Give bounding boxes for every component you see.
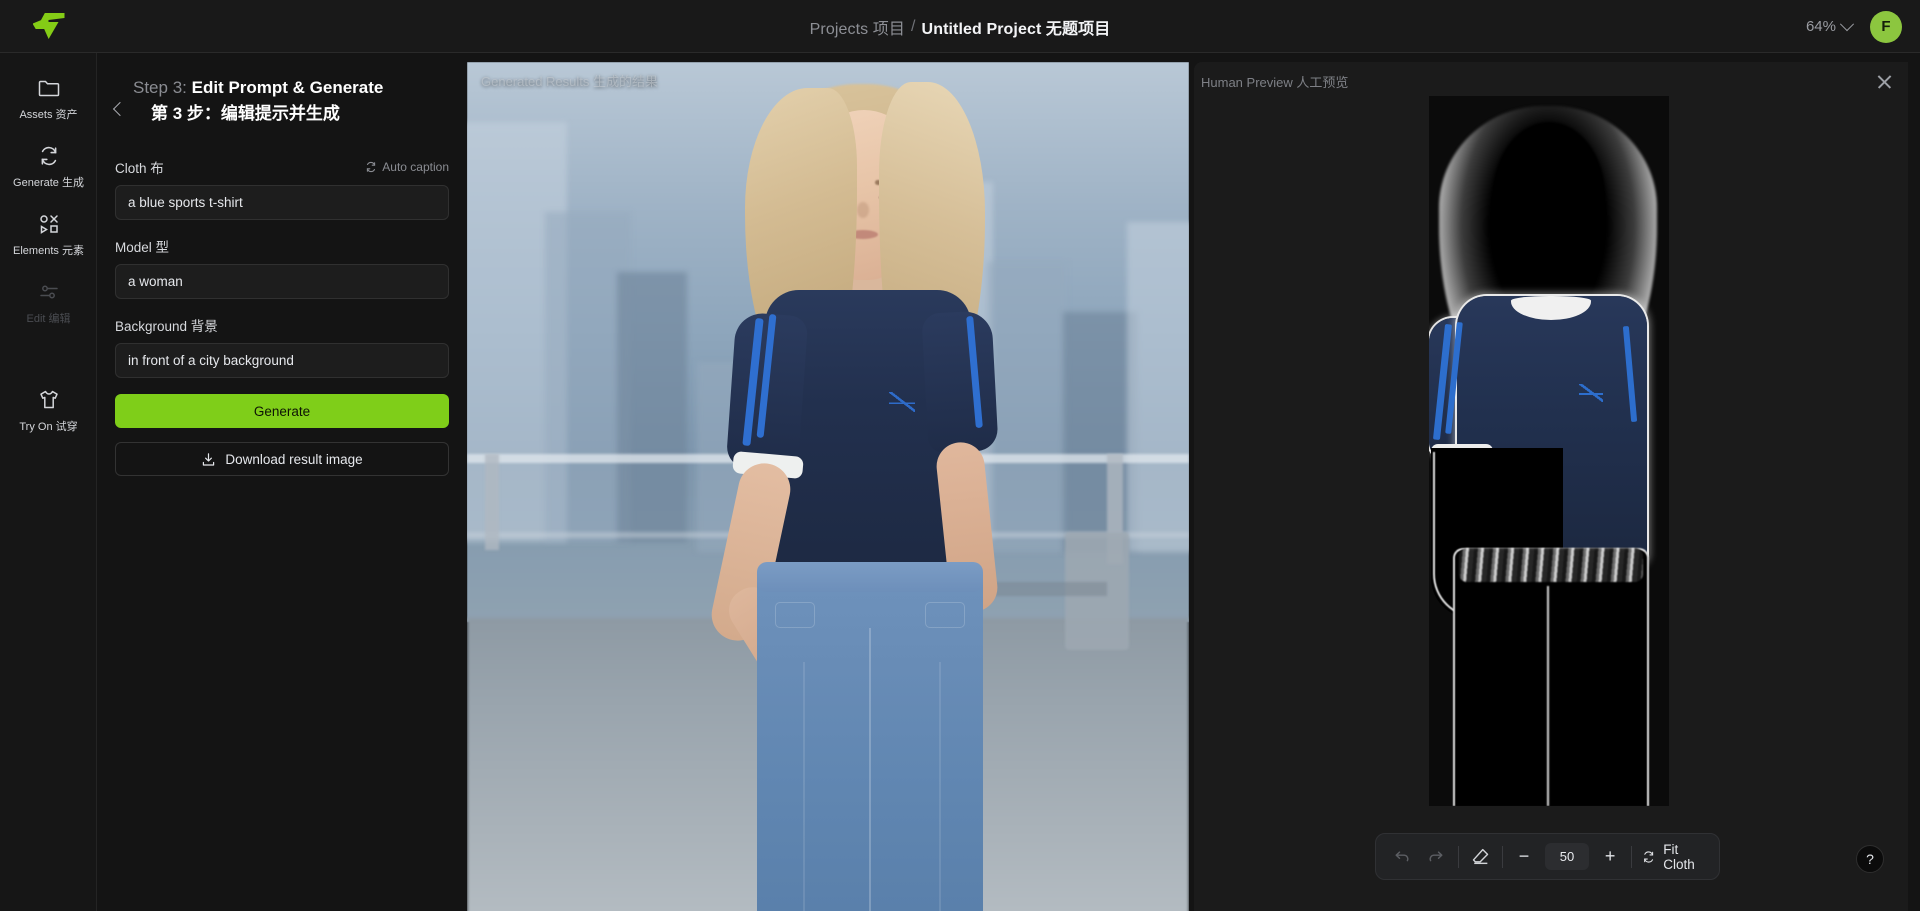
sidebar-item-edit-label: Edit 编辑 [26, 312, 71, 325]
fit-cloth-label: Fit Cloth [1663, 841, 1695, 872]
help-button[interactable]: ? [1856, 845, 1884, 873]
sliders-icon [37, 281, 61, 303]
top-bar-right: 64% F [1806, 0, 1902, 53]
sidebar-item-try-on[interactable]: Try On 试穿 [0, 377, 97, 445]
panel-header: Step 3: Edit Prompt & Generate 第 3 步：编辑提… [112, 75, 449, 127]
sidebar-item-try-on-label: Try On 试穿 [19, 420, 78, 433]
breadcrumb-current-project[interactable]: Untitled Project 无题项目 [922, 15, 1111, 39]
download-icon [203, 452, 215, 466]
sidebar-item-edit: Edit 编辑 [0, 269, 97, 337]
app-logo[interactable] [0, 0, 97, 53]
field-model: Model 型 a woman [115, 236, 449, 299]
tshirt-icon [37, 389, 61, 411]
background-prompt-input[interactable]: in front of a city background [115, 343, 449, 378]
mask-leg-split [1547, 586, 1549, 806]
mask-toolbar: − 50 + Fit Cloth [1375, 833, 1720, 880]
refresh-icon [367, 161, 376, 173]
sidebar-item-assets[interactable]: Assets 资产 [0, 65, 97, 133]
download-result-button[interactable]: Download result image [115, 442, 449, 476]
field-background-label: Background 背景 [115, 319, 218, 334]
breadcrumb-projects[interactable]: Projects 项目 [810, 15, 905, 39]
chevron-left-icon[interactable] [112, 101, 128, 117]
human-mask-canvas[interactable] [1429, 96, 1669, 806]
field-background: Background 背景 in front of a city backgro… [115, 315, 449, 378]
auto-caption-button[interactable]: Auto caption [365, 160, 449, 174]
refresh-icon [37, 145, 61, 167]
sidebar-item-elements-label: Elements 元素 [13, 244, 84, 257]
page-title-cn: 第 3 步：编辑提示并生成 [151, 104, 340, 123]
undo-icon [1395, 850, 1409, 861]
model-prompt-input[interactable]: a woman [115, 264, 449, 299]
chevron-down-icon [1839, 16, 1855, 31]
generated-result-canvas[interactable]: Generated Results 生成的结果 [467, 62, 1189, 911]
eraser-button[interactable] [1468, 843, 1492, 871]
prompt-panel: Step 3: Edit Prompt & Generate 第 3 步：编辑提… [97, 53, 467, 911]
sidebar-item-generate-label: Generate 生成 [13, 176, 84, 189]
fit-cloth-button[interactable]: Fit Cloth [1642, 842, 1705, 872]
breadcrumb-separator: / [911, 17, 916, 35]
shapes-icon [37, 213, 61, 235]
cloth-prompt-input[interactable]: a blue sports t-shirt [115, 185, 449, 220]
redo-icon [1429, 850, 1443, 861]
folder-icon [37, 77, 61, 99]
sidebar-item-elements[interactable]: Elements 元素 [0, 201, 97, 269]
sidebar-item-assets-label: Assets 资产 [19, 108, 78, 121]
refresh-icon [1644, 850, 1654, 863]
undo-button[interactable] [1390, 843, 1414, 871]
sidebar-item-generate[interactable]: Generate 生成 [0, 133, 97, 201]
human-preview-caption: Human Preview 人工预览 [1201, 75, 1349, 90]
zoom-control[interactable]: 64% [1805, 16, 1855, 35]
divider [1457, 845, 1459, 868]
redo-button[interactable] [1424, 843, 1448, 871]
brush-decrease-button[interactable]: − [1513, 844, 1535, 870]
app-root: Projects 项目 / Untitled Project 无题项目 64% … [0, 0, 1920, 911]
mask-belt [1459, 548, 1643, 582]
field-model-label: Model 型 [115, 240, 170, 255]
mask-pants [1453, 548, 1649, 806]
generate-button[interactable]: Generate [115, 394, 449, 428]
avatar[interactable]: F [1870, 10, 1902, 43]
generated-results-caption: Generated Results 生成的结果 [481, 74, 659, 89]
close-icon[interactable] [1874, 72, 1894, 92]
field-cloth: Cloth 布 Auto caption a blue sports t-shi… [115, 157, 449, 220]
human-preview-panel: Human Preview 人工预览 [1194, 62, 1908, 911]
breadcrumb: Projects 项目 / Untitled Project 无题项目 [0, 0, 1920, 53]
page-title: Edit Prompt & Generate [191, 78, 384, 97]
download-result-label: Download result image [225, 451, 363, 467]
divider [1502, 845, 1503, 868]
auto-caption-label: Auto caption [382, 160, 449, 174]
flux-logo-icon [32, 13, 65, 39]
field-cloth-label: Cloth 布 [115, 161, 164, 176]
divider [1631, 845, 1632, 868]
eraser-icon [1472, 848, 1488, 865]
model-figure [653, 62, 1073, 911]
zoom-level-label: 64% [1805, 18, 1836, 35]
generated-result-image [467, 62, 1189, 911]
top-bar: Projects 项目 / Untitled Project 无题项目 64% … [0, 0, 1920, 53]
brush-increase-button[interactable]: + [1599, 844, 1621, 870]
left-rail: Assets 资产 Generate 生成 Elements 元素 Edit 编… [0, 53, 97, 911]
brush-size-input[interactable]: 50 [1544, 843, 1590, 870]
mask-logo [1579, 384, 1603, 402]
step-prefix: Step 3: [133, 78, 187, 97]
